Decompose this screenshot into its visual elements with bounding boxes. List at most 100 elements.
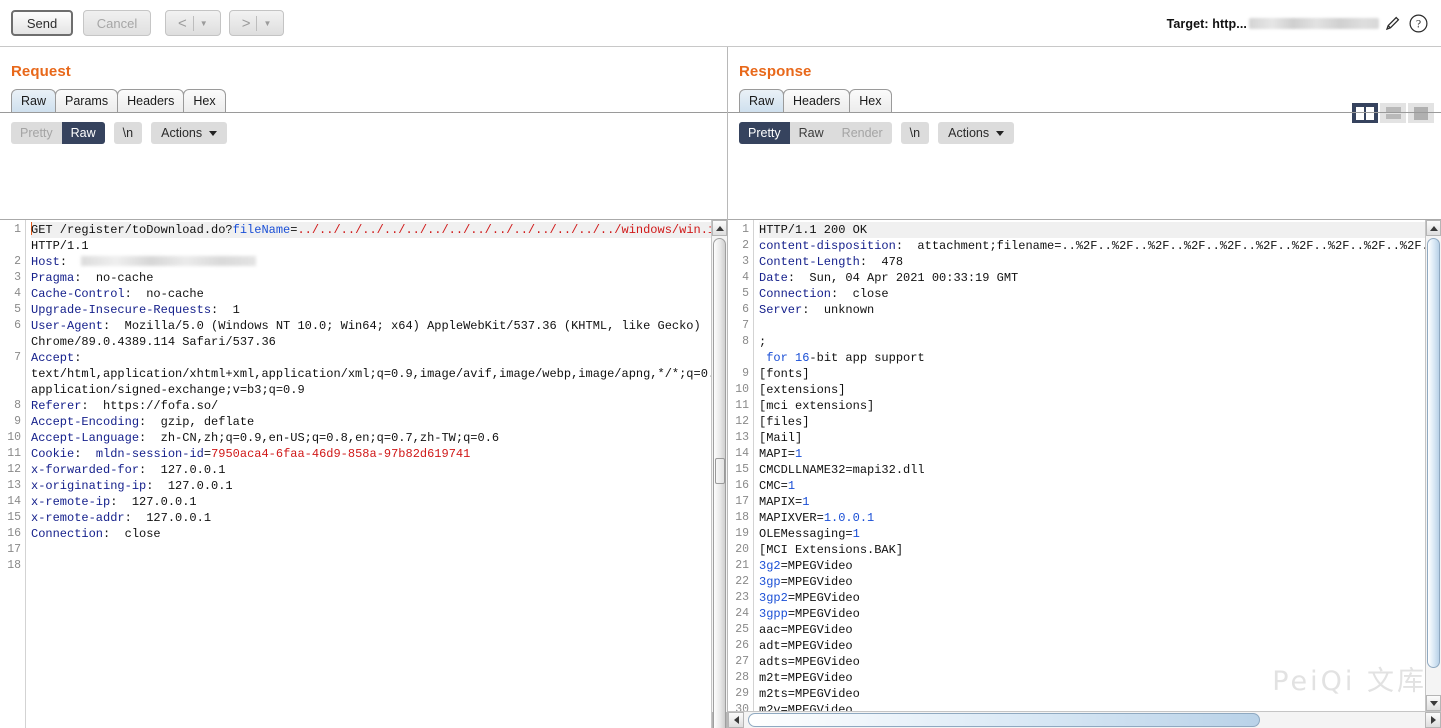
response-line-number: 25 — [728, 622, 753, 638]
tab-label: Hex — [193, 94, 215, 108]
request-tabs: RawParamsHeaders Hex — [0, 90, 727, 113]
response-view-raw[interactable]: Raw — [790, 122, 833, 144]
request-editor-body[interactable]: 123456789101112131415161718 GET /registe… — [0, 220, 711, 728]
request-splitter-grip[interactable] — [715, 458, 725, 484]
request-code-line: Pragma: no-cache — [31, 270, 711, 286]
response-code-token: =MPEGVideo — [781, 575, 853, 589]
scroll-up-arrow-icon[interactable] — [712, 220, 727, 236]
tab-response-headers[interactable]: Headers — [783, 89, 850, 112]
request-code-token: x-forwarded-for — [31, 463, 139, 477]
scroll-left-arrow-icon[interactable] — [728, 712, 744, 728]
question-mark-icon[interactable]: ? — [1405, 11, 1431, 37]
response-scroll-track[interactable] — [1426, 236, 1441, 695]
request-vertical-scrollbar[interactable] — [711, 220, 727, 728]
response-line-number: 27 — [728, 654, 753, 670]
request-editor[interactable]: 123456789101112131415161718 GET /registe… — [0, 219, 727, 728]
request-newline-toggle[interactable]: \n — [114, 122, 142, 144]
response-code-line: [fonts] — [759, 366, 1425, 382]
tab-request-headers[interactable]: Headers — [117, 89, 184, 112]
response-line-number: 10 — [728, 382, 753, 398]
request-code-line: application/signed-exchange;v=b3;q=0.9 — [31, 382, 711, 398]
request-scroll-track[interactable] — [712, 236, 727, 712]
cancel-button[interactable]: Cancel — [83, 10, 151, 36]
previous-request-button[interactable]: < ▼ — [165, 10, 221, 36]
send-button[interactable]: Send — [11, 10, 73, 36]
response-pane-title: Response — [728, 47, 1441, 80]
request-code-line: Referer: https://fofa.so/ — [31, 398, 711, 414]
response-raw-text[interactable]: HTTP/1.1 200 OKcontent-disposition: atta… — [754, 220, 1425, 711]
response-hscroll-track[interactable] — [744, 712, 1425, 728]
request-code-token: : 1 — [211, 303, 240, 317]
response-code-token: 3g2 — [759, 559, 781, 573]
response-vertical-scrollbar[interactable] — [1425, 220, 1441, 711]
tab-response-hex[interactable]: Hex — [849, 89, 891, 112]
request-line-number: 1 — [0, 222, 25, 238]
tab-response-raw[interactable]: Raw — [739, 89, 784, 112]
response-code-token: : Sun, 04 Apr 2021 00:33:19 GMT — [788, 271, 1018, 285]
response-hscroll-thumb[interactable] — [748, 713, 1260, 727]
request-code-token: : close — [103, 527, 161, 541]
response-code-token: : close — [831, 287, 889, 301]
response-line-number: 1 — [728, 222, 753, 238]
chevron-down-icon: ▼ — [194, 19, 208, 28]
request-code-token: Accept-Encoding — [31, 415, 139, 429]
scroll-down-arrow-icon[interactable] — [1426, 695, 1441, 711]
request-code-token: : — [74, 447, 96, 461]
response-code-line: MAPIXVER=1.0.0.1 — [759, 510, 1425, 526]
request-code-token: = — [204, 447, 211, 461]
request-code-token: x-remote-ip — [31, 495, 110, 509]
response-code-line: HTTP/1.1 200 OK — [759, 222, 1425, 238]
request-actions-menu[interactable]: Actions — [151, 122, 227, 144]
request-code-line: x-remote-addr: 127.0.0.1 — [31, 510, 711, 526]
request-raw-text[interactable]: GET /register/toDownload.do?fileName=../… — [26, 220, 711, 728]
response-code-line: [files] — [759, 414, 1425, 430]
response-newline-toggle[interactable]: \n — [901, 122, 929, 144]
request-line-number: 6 — [0, 318, 25, 334]
tab-request-raw[interactable]: Raw — [11, 89, 56, 112]
response-code-line: 3gp=MPEGVideo — [759, 574, 1425, 590]
response-horizontal-scrollbar[interactable] — [728, 711, 1441, 728]
request-code-token: mldn-session-id — [96, 447, 204, 461]
response-code-line: 3gp2=MPEGVideo — [759, 590, 1425, 606]
response-code-line: [mci extensions] — [759, 398, 1425, 414]
response-code-token: CMC= — [759, 479, 788, 493]
next-request-button[interactable]: > ▼ — [229, 10, 285, 36]
request-line-number: 4 — [0, 286, 25, 302]
response-code-token: 1 — [853, 527, 860, 541]
response-code-token: : unknown — [802, 303, 874, 317]
response-code-token: 1 — [795, 447, 802, 461]
tab-request-params[interactable]: Params — [55, 89, 118, 112]
response-code-token: adt=MPEGVideo — [759, 639, 853, 653]
request-line-number: 15 — [0, 510, 25, 526]
request-view-raw[interactable]: Raw — [62, 122, 105, 144]
request-line-number: 14 — [0, 494, 25, 510]
response-editor-body[interactable]: 1234567891011121314151617181920212223242… — [728, 220, 1425, 711]
response-view-pretty[interactable]: Pretty — [739, 122, 790, 144]
tab-request-hex[interactable]: Hex — [183, 89, 225, 112]
request-view-pretty: Pretty — [11, 122, 62, 144]
response-line-number: 12 — [728, 414, 753, 430]
response-code-token: MAPI= — [759, 447, 795, 461]
request-code-token: : — [60, 255, 82, 269]
response-editor[interactable]: 1234567891011121314151617181920212223242… — [728, 219, 1441, 728]
request-code-token: Upgrade-Insecure-Requests — [31, 303, 211, 317]
scroll-up-arrow-icon[interactable] — [1426, 220, 1441, 236]
scroll-right-arrow-icon[interactable] — [1425, 712, 1441, 728]
chevron-right-icon: > — [242, 15, 257, 32]
pencil-icon[interactable] — [1379, 11, 1405, 37]
request-code-token: User-Agent — [31, 319, 103, 333]
request-code-token: Host — [31, 255, 60, 269]
response-line-number: 29 — [728, 686, 753, 702]
response-scroll-thumb[interactable] — [1427, 238, 1440, 668]
response-code-token: 1 — [802, 495, 809, 509]
response-code-line: MAPIX=1 — [759, 494, 1425, 510]
response-actions-menu[interactable]: Actions — [938, 122, 1014, 144]
response-code-line: adt=MPEGVideo — [759, 638, 1425, 654]
response-code-line: Date: Sun, 04 Apr 2021 00:33:19 GMT — [759, 270, 1425, 286]
request-line-number — [0, 382, 25, 398]
request-line-number: 8 — [0, 398, 25, 414]
request-code-token: : 127.0.0.1 — [139, 463, 225, 477]
request-code-token: x-remote-addr — [31, 511, 125, 525]
response-line-number: 4 — [728, 270, 753, 286]
request-code-line: Connection: close — [31, 526, 711, 542]
